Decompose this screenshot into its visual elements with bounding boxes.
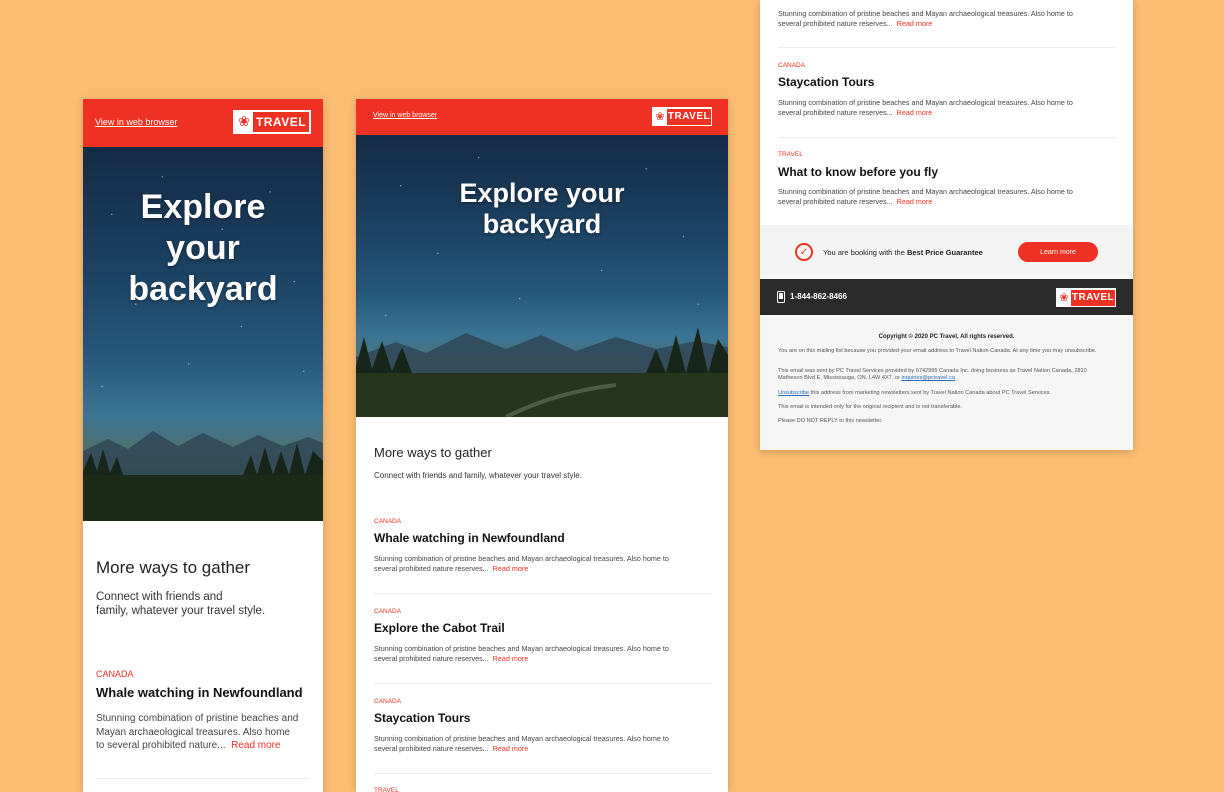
legal-no-reply: Please DO NOT REPLY to this newsletter. bbox=[778, 418, 883, 424]
divider bbox=[778, 47, 1116, 48]
article-tag: CANADA bbox=[96, 669, 134, 679]
intro-subtitle: Connect with friends and family, whateve… bbox=[96, 591, 266, 617]
read-more-link[interactable]: Read more bbox=[897, 197, 933, 206]
divider bbox=[778, 137, 1116, 138]
copyright: Copyright © 2020 PC Travel, All rights r… bbox=[878, 334, 1015, 340]
price-guarantee-bar: ✓ You are booking with the Best Price Gu… bbox=[760, 225, 1133, 279]
read-more-link[interactable]: Read more bbox=[231, 740, 280, 751]
read-more-link[interactable]: Read more bbox=[493, 744, 529, 753]
legal-intended-recipient: This email is intended only for the orig… bbox=[778, 404, 963, 410]
pc-travel-logo: ❀ TRAVEL bbox=[652, 107, 712, 126]
view-in-browser-link[interactable]: View in web browser bbox=[373, 112, 437, 119]
desktop-email-footer-preview: Stunning combination of pristine beaches… bbox=[760, 0, 1133, 450]
view-in-browser-link[interactable]: View in web browser bbox=[95, 117, 177, 127]
divider bbox=[96, 778, 310, 779]
unsubscribe-link[interactable]: Unsubscribe bbox=[778, 390, 809, 396]
article-description: Stunning combination of pristine beaches… bbox=[778, 98, 1073, 117]
article-title[interactable]: Staycation Tours bbox=[374, 711, 470, 725]
mountain-silhouette bbox=[356, 327, 728, 417]
article-title[interactable]: Explore the Cabot Trail bbox=[374, 621, 505, 635]
intro-subtitle: Connect with friends and family, whateve… bbox=[374, 471, 582, 480]
inquiries-email-link[interactable]: inquiries@pctravel.ca bbox=[901, 375, 955, 381]
divider bbox=[374, 683, 712, 684]
article-title[interactable]: Whale watching in Newfoundland bbox=[96, 685, 303, 700]
article-tag: CANADA bbox=[778, 62, 806, 69]
email-header: View in web browser ❀ TRAVEL bbox=[83, 99, 323, 147]
legal-mailing-list: You are on this mailing list because you… bbox=[778, 348, 1097, 354]
intro-title: More ways to gather bbox=[374, 445, 492, 460]
intro-title: More ways to gather bbox=[96, 558, 251, 577]
guarantee-text: You are booking with the Best Price Guar… bbox=[823, 248, 983, 257]
footer-contact-bar: 1-844-862-8466 ❀ TRAVEL bbox=[760, 279, 1133, 315]
logo-text: TRAVEL bbox=[253, 112, 309, 132]
phone-number[interactable]: 1-844-862-8466 bbox=[790, 292, 847, 301]
article-title[interactable]: Whale watching in Newfoundland bbox=[374, 531, 565, 545]
article-title[interactable]: What to know before you fly bbox=[778, 165, 938, 179]
article-description: Stunning combination of pristine beaches… bbox=[778, 187, 1073, 206]
hero-banner: Explore your backyard bbox=[356, 135, 728, 417]
pc-logo-icon: ❀ bbox=[655, 110, 665, 123]
read-more-link[interactable]: Read more bbox=[897, 19, 933, 28]
footer-legal: Copyright © 2020 PC Travel, All rights r… bbox=[760, 315, 1133, 450]
article-description: Stunning combination of pristine beaches… bbox=[96, 713, 299, 751]
article-description: Stunning combination of pristine beaches… bbox=[778, 9, 1073, 28]
article-tag: TRAVEL bbox=[778, 151, 803, 158]
learn-more-button[interactable]: Learn more bbox=[1018, 242, 1098, 262]
logo-text: TRAVEL bbox=[1071, 289, 1115, 306]
read-more-link[interactable]: Read more bbox=[493, 654, 529, 663]
legal-unsubscribe: Unsubscribe this address from marketing … bbox=[778, 390, 1051, 396]
mobile-email-preview: View in web browser ❀ TRAVEL Explore you… bbox=[83, 99, 323, 792]
phone-icon bbox=[777, 291, 785, 303]
article-tag: CANADA bbox=[374, 608, 402, 615]
mountain-silhouette bbox=[83, 431, 323, 521]
pc-logo-icon: ❀ bbox=[238, 114, 250, 130]
article-tag: CANADA bbox=[374, 698, 402, 705]
desktop-email-preview: View in web browser ❀ TRAVEL Explore you… bbox=[356, 99, 728, 792]
hero-title: Explore your backyard bbox=[128, 188, 278, 308]
divider bbox=[374, 773, 712, 774]
article-tag: TRAVEL bbox=[374, 787, 399, 792]
legal-sender: This email was sent by PC Travel Service… bbox=[778, 368, 1087, 381]
article-tag: CANADA bbox=[374, 518, 402, 525]
read-more-link[interactable]: Read more bbox=[897, 108, 933, 117]
logo-text: TRAVEL bbox=[667, 108, 711, 125]
hero-banner: Explore your backyard bbox=[83, 147, 323, 521]
pc-logo-icon: ❀ bbox=[1059, 291, 1069, 304]
article-title[interactable]: Staycation Tours bbox=[778, 75, 874, 89]
article-description: Stunning combination of pristine beaches… bbox=[374, 734, 669, 753]
divider bbox=[374, 593, 712, 594]
read-more-link[interactable]: Read more bbox=[493, 564, 529, 573]
hero-title: Explore your backyard bbox=[459, 178, 625, 239]
pc-travel-logo: ❀ TRAVEL bbox=[1056, 288, 1116, 307]
email-header: View in web browser ❀ TRAVEL bbox=[356, 99, 728, 135]
pc-travel-logo: ❀ TRAVEL bbox=[233, 110, 311, 134]
article-description: Stunning combination of pristine beaches… bbox=[374, 554, 669, 573]
article-description: Stunning combination of pristine beaches… bbox=[374, 644, 669, 663]
guarantee-badge-icon: ✓ bbox=[795, 243, 813, 261]
